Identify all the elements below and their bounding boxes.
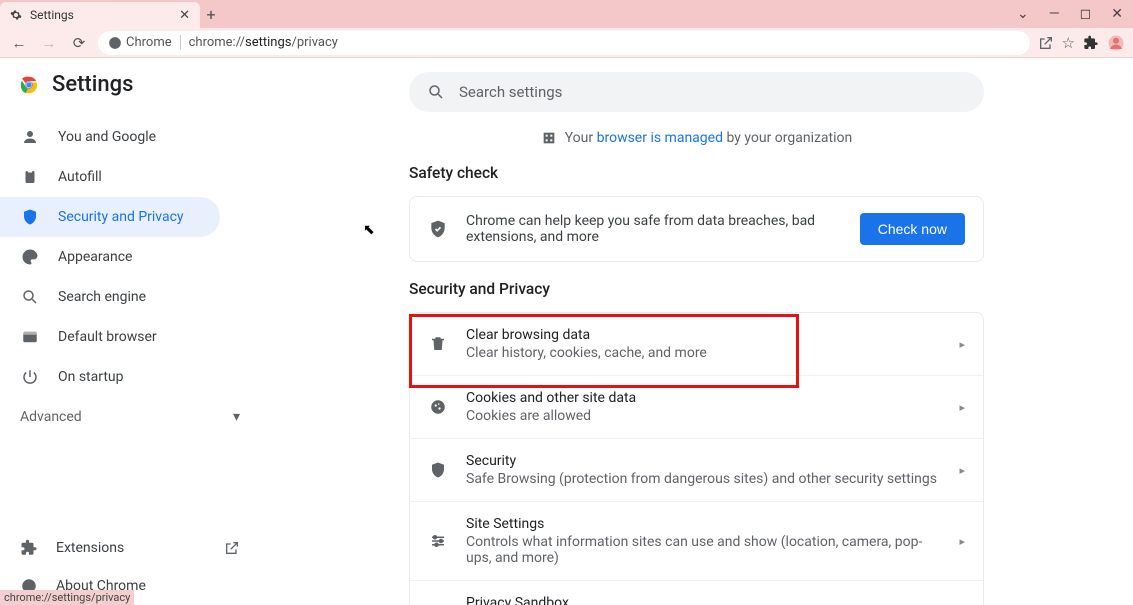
section-heading: Safety check [409,164,984,182]
puzzle-icon [20,539,38,557]
sidebar-item-on-startup[interactable]: On startup [0,357,220,397]
trash-icon [428,335,448,353]
search-icon [427,83,445,101]
new-tab-button[interactable]: + [200,5,222,24]
shield-icon [20,208,40,226]
chevron-right-icon: ▸ [959,338,965,351]
tab-strip: Settings ✕ + ⌄ — ◻ ✕ [0,0,1133,28]
tab-title: Settings [30,8,171,22]
row-cookies[interactable]: Cookies and other site dataCookies are a… [410,376,983,439]
window-controls: ⌄ — ◻ ✕ [1017,6,1133,22]
sidebar-item-autofill[interactable]: Autofill [0,157,220,197]
safety-description: Chrome can help keep you safe from data … [466,213,842,245]
share-icon[interactable] [1038,35,1054,51]
sidebar-item-extensions[interactable]: Extensions [0,529,260,567]
status-bar-url: chrome://settings/privacy [0,590,134,605]
person-icon [20,128,40,146]
sidebar-item-label: Appearance [58,249,132,265]
search-placeholder: Search settings [459,83,562,101]
reload-button[interactable]: ⟳ [68,34,90,52]
gear-icon [10,9,22,21]
nav-list: You and Google Autofill Security and Pri… [0,111,260,397]
chip-label: Chrome [126,35,172,50]
sidebar-item-security[interactable]: Security and Privacy [0,197,220,237]
cursor-icon: ⬉ [363,222,375,238]
maximize-icon[interactable]: ◻ [1080,6,1092,22]
star-icon[interactable]: ☆ [1062,34,1075,52]
sidebar-item-label: Security and Privacy [58,209,184,225]
sidebar-item-appearance[interactable]: Appearance [0,237,220,277]
extensions-icon[interactable] [1083,35,1099,51]
power-icon [20,368,40,386]
search-input[interactable]: Search settings [409,72,984,112]
toolbar: ← → ⟳ Chrome chrome://settings/privacy ☆ [0,28,1133,58]
chrome-logo-icon [18,74,40,96]
extensions-label: Extensions [56,540,124,556]
sidebar-item-search-engine[interactable]: Search engine [0,277,220,317]
advanced-label: Advanced [20,409,82,425]
url-text: chrome://settings/privacy [189,35,338,50]
browser-icon [20,328,40,346]
row-site-settings[interactable]: Site SettingsControls what information s… [410,502,983,581]
minimize-icon[interactable]: — [1049,6,1060,22]
sidebar-item-label: Search engine [58,289,146,305]
cookie-icon [428,398,448,416]
main: Search settings Your browser is managed … [260,58,1133,605]
sidebar-item-label: You and Google [58,129,156,145]
building-icon [541,130,557,146]
palette-icon [20,248,40,266]
chevron-right-icon: ▸ [959,401,965,414]
external-link-icon [224,540,240,556]
browser-tab[interactable]: Settings ✕ [0,2,200,28]
privacy-section: Security and Privacy Clear browsing data… [409,280,984,605]
shield-check-icon [428,219,448,239]
row-clear-browsing-data[interactable]: Clear browsing dataClear history, cookie… [410,313,983,376]
clipboard-icon [20,168,40,186]
back-button[interactable]: ← [8,34,30,52]
sidebar-item-you-and-google[interactable]: You and Google [0,117,220,157]
chevron-down-icon[interactable]: ⌄ [1017,6,1029,22]
managed-link[interactable]: browser is managed [597,130,723,146]
row-security[interactable]: SecuritySafe Browsing (protection from d… [410,439,983,502]
sidebar-item-label: Default browser [58,329,157,345]
close-window-icon[interactable]: ✕ [1111,6,1123,22]
omnibox[interactable]: Chrome chrome://settings/privacy [98,31,1030,55]
shield-icon [428,461,448,479]
advanced-toggle[interactable]: Advanced ▾ [0,397,260,437]
sliders-icon [428,532,448,550]
chevron-right-icon: ▸ [959,464,965,477]
profile-icon[interactable] [1107,34,1125,52]
chevron-right-icon: ▸ [959,535,965,548]
privacy-card: Clear browsing dataClear history, cookie… [409,312,984,605]
forward-button[interactable]: → [38,34,60,52]
close-icon[interactable]: ✕ [179,8,190,23]
content: Settings You and Google Autofill Securit… [0,58,1133,605]
sidebar: Settings You and Google Autofill Securit… [0,58,260,605]
safety-check-card: Chrome can help keep you safe from data … [409,196,984,262]
row-privacy-sandbox[interactable]: Privacy Sandbox [410,581,983,605]
chevron-down-icon: ▾ [233,409,240,425]
check-now-button[interactable]: Check now [860,213,965,245]
safety-check-section: Safety check Chrome can help keep you sa… [409,164,984,262]
search-icon [20,288,40,306]
brand-title: Settings [52,72,133,97]
security-chip: Chrome [108,35,181,50]
sidebar-item-label: On startup [58,369,124,385]
managed-notice: Your browser is managed by your organiza… [541,130,853,146]
sidebar-item-label: Autofill [58,169,102,185]
sidebar-item-default-browser[interactable]: Default browser [0,317,220,357]
section-heading: Security and Privacy [409,280,984,298]
brand: Settings [0,72,260,111]
